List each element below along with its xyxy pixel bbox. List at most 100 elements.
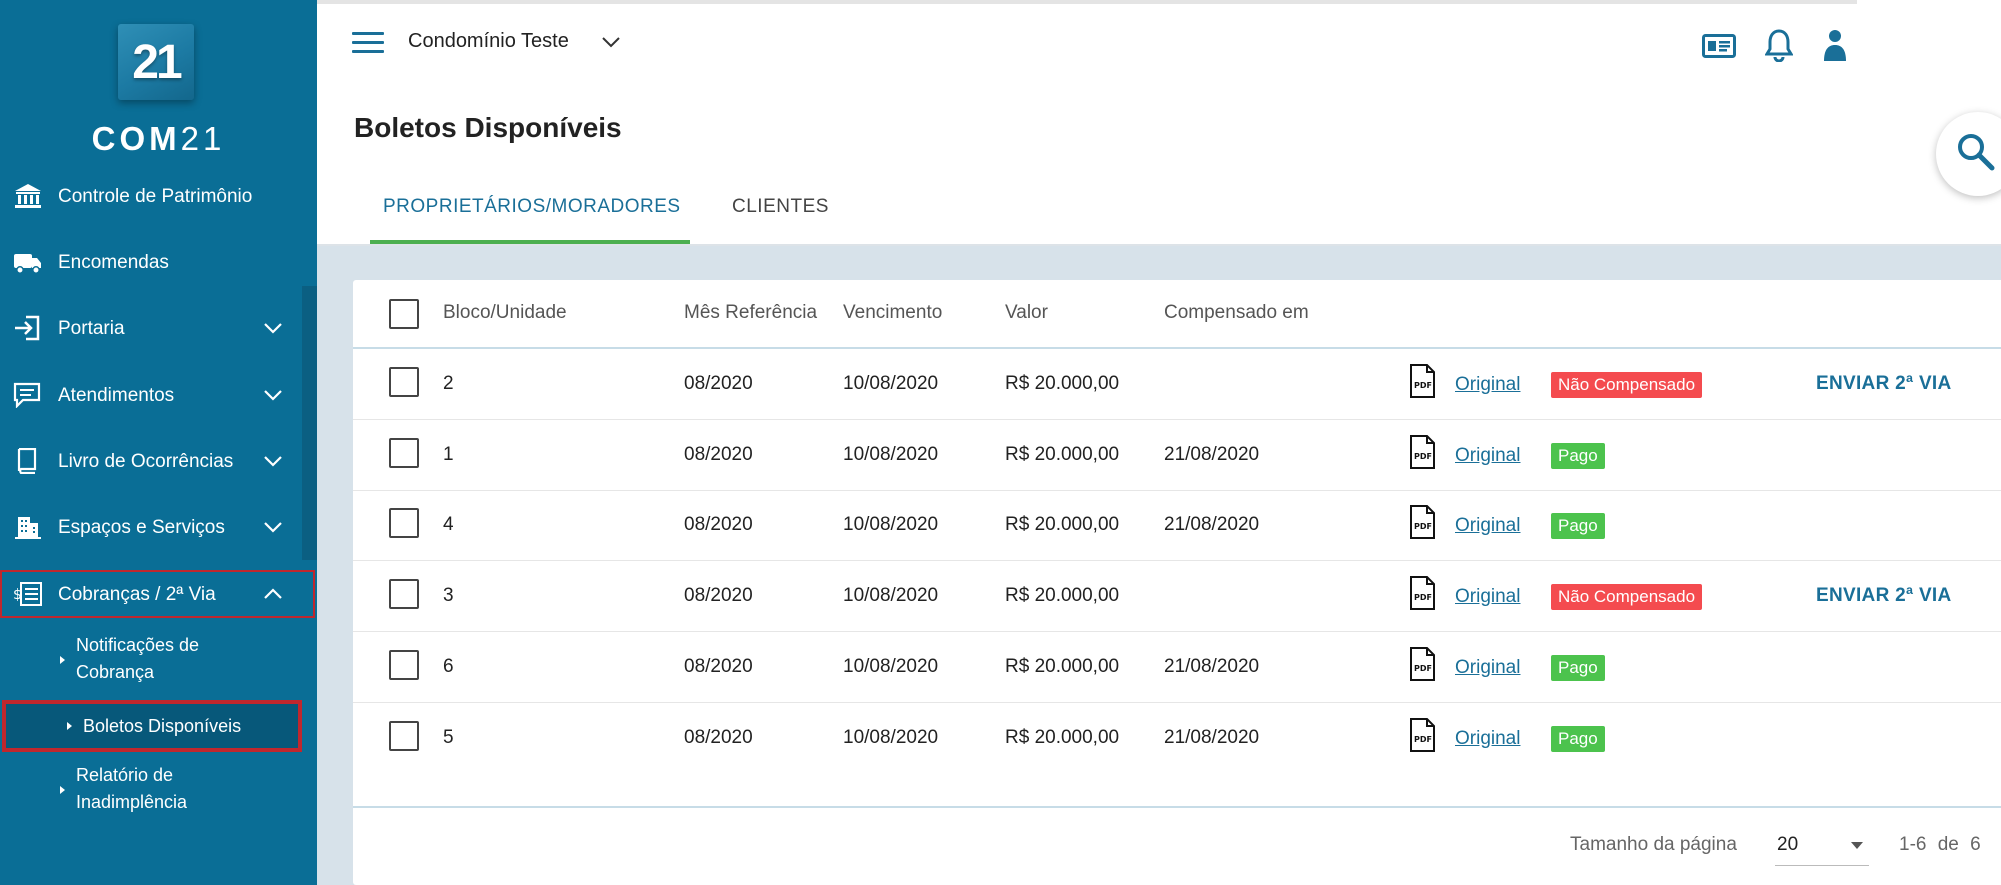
pdf-file-icon[interactable]: PDF (1409, 363, 1436, 399)
pdf-file-icon[interactable]: PDF (1409, 504, 1436, 540)
cell-compensated: 21/08/2020 (1164, 656, 1260, 677)
sidebar-subitem-relatorio-de-inadimplencia[interactable]: Relatório de Inadimplência (0, 762, 317, 818)
tab-proprietarios-moradores[interactable]: PROPRIETÁRIOS/MORADORES (383, 196, 681, 218)
user-profile-icon[interactable] (1822, 28, 1848, 62)
cell-month: 08/2020 (684, 373, 753, 394)
caret-right-icon (60, 786, 65, 794)
page-title: Boletos Disponíveis (354, 112, 622, 143)
sidebar-subitem-boletos-disponiveis[interactable]: Boletos Disponíveis (2, 700, 302, 752)
chevron-down-icon (264, 323, 282, 334)
cell-value: R$ 20.000,00 (1005, 727, 1120, 748)
truck-icon (14, 254, 41, 274)
login-icon (15, 315, 40, 341)
sidebar-item-encomendas[interactable]: Encomendas (0, 238, 317, 286)
cell-month: 08/2020 (684, 727, 753, 748)
svg-text:PDF: PDF (1414, 452, 1432, 461)
select-all-checkbox[interactable] (389, 299, 419, 329)
search-button[interactable] (1936, 112, 2001, 196)
status-badge: Não Compensado (1551, 372, 1703, 398)
svg-text:PDF: PDF (1414, 735, 1432, 744)
column-header-mes-referencia[interactable]: Mês Referência (684, 302, 817, 324)
brand-name: COM21 (91, 120, 226, 157)
sidebar: 21 COM21 Controle de Patrimônio Encomend… (0, 0, 317, 885)
table-row: 3 08/2020 10/08/2020 R$ 20.000,00 PDF Origina… (353, 561, 2001, 632)
cell-due: 10/08/2020 (843, 444, 939, 465)
cell-value: R$ 20.000,00 (1005, 373, 1120, 394)
row-checkbox[interactable] (389, 721, 419, 751)
cell-unit: 2 (443, 373, 454, 394)
tab-clientes[interactable]: CLIENTES (732, 196, 829, 218)
status-badge: Pago (1551, 655, 1605, 681)
page-size-select[interactable]: 20 (1775, 826, 1869, 866)
caret-right-icon (60, 656, 65, 664)
send-second-copy-button[interactable]: ENVIAR 2ª VIA (1816, 585, 1952, 607)
sidebar-item-portaria[interactable]: Portaria (0, 304, 317, 352)
status-badge: Pago (1551, 443, 1605, 469)
svg-text:PDF: PDF (1414, 381, 1432, 390)
logo-text: 21 (132, 35, 182, 89)
sidebar-subitem-notificacoes-de-cobranca[interactable]: Notificações de Cobrança (0, 632, 317, 688)
sidebar-item-controle-de-patrimonio[interactable]: Controle de Patrimônio (0, 172, 317, 220)
page-size-label: Tamanho da página (1570, 834, 1737, 855)
sidebar-item-livro-de-ocorrencias[interactable]: Livro de Ocorrências (0, 437, 317, 485)
sidebar-item-atendimentos[interactable]: Atendimentos (0, 371, 317, 419)
row-checkbox[interactable] (389, 508, 419, 538)
chevron-down-icon[interactable] (600, 34, 622, 50)
status-badge: Pago (1551, 513, 1605, 539)
cell-due: 10/08/2020 (843, 585, 939, 606)
cell-unit: 4 (443, 514, 454, 535)
table-row: 1 08/2020 10/08/2020 R$ 20.000,00 21/08/2020… (353, 420, 2001, 491)
pdf-file-icon[interactable]: PDF (1409, 717, 1436, 753)
dropdown-caret-icon (1851, 842, 1863, 849)
chevron-down-icon (264, 390, 282, 401)
billing-list-icon: $ (13, 582, 42, 606)
table-row: 4 08/2020 10/08/2020 R$ 20.000,00 21/08/2020… (353, 490, 2001, 561)
status-badge: Não Compensado (1551, 584, 1703, 610)
cell-due: 10/08/2020 (843, 656, 939, 677)
cell-compensated: 21/08/2020 (1164, 727, 1260, 748)
notification-bell-icon[interactable] (1765, 28, 1793, 62)
svg-text:PDF: PDF (1414, 522, 1432, 531)
original-link[interactable]: Original (1455, 515, 1520, 537)
row-checkbox[interactable] (389, 650, 419, 680)
original-link[interactable]: Original (1455, 657, 1520, 679)
original-link[interactable]: Original (1455, 586, 1520, 608)
svg-text:PDF: PDF (1414, 593, 1432, 602)
original-link[interactable]: Original (1455, 728, 1520, 750)
condominium-selector[interactable]: Condomínio Teste (408, 30, 569, 53)
table-footer-divider (353, 806, 2001, 808)
chevron-down-icon (264, 522, 282, 533)
table-row: 6 08/2020 10/08/2020 R$ 20.000,00 21/08/2020… (353, 632, 2001, 703)
cell-month: 08/2020 (684, 656, 753, 677)
table-row: 2 08/2020 10/08/2020 R$ 20.000,00 PDF Origina… (353, 349, 2001, 420)
chevron-up-icon (264, 588, 282, 599)
cell-unit: 1 (443, 444, 454, 465)
column-header-compensado-em[interactable]: Compensado em (1164, 302, 1309, 324)
building-icon (15, 517, 41, 539)
cell-month: 08/2020 (684, 444, 753, 465)
cell-unit: 6 (443, 656, 454, 677)
sidebar-item-cobrancas[interactable]: $ Cobranças / 2ª Via (0, 570, 315, 618)
caret-right-icon (67, 722, 72, 730)
book-icon (17, 448, 37, 474)
original-link[interactable]: Original (1455, 445, 1520, 467)
row-checkbox[interactable] (389, 438, 419, 468)
id-card-icon[interactable] (1702, 34, 1736, 58)
row-checkbox[interactable] (389, 367, 419, 397)
cell-value: R$ 20.000,00 (1005, 656, 1120, 677)
pdf-file-icon[interactable]: PDF (1409, 646, 1436, 682)
send-second-copy-button[interactable]: ENVIAR 2ª VIA (1816, 373, 1952, 395)
sidebar-item-espacos-e-servicos[interactable]: Espaços e Serviços (0, 503, 317, 551)
search-icon (1958, 134, 1995, 171)
cell-value: R$ 20.000,00 (1005, 444, 1120, 465)
menu-toggle-button[interactable] (352, 32, 384, 56)
cell-month: 08/2020 (684, 514, 753, 535)
column-header-vencimento[interactable]: Vencimento (843, 302, 942, 324)
original-link[interactable]: Original (1455, 374, 1520, 396)
column-header-valor[interactable]: Valor (1005, 302, 1048, 324)
column-header-bloco-unidade[interactable]: Bloco/Unidade (443, 302, 567, 324)
row-checkbox[interactable] (389, 579, 419, 609)
cell-unit: 5 (443, 727, 454, 748)
pdf-file-icon[interactable]: PDF (1409, 434, 1436, 470)
pdf-file-icon[interactable]: PDF (1409, 575, 1436, 611)
